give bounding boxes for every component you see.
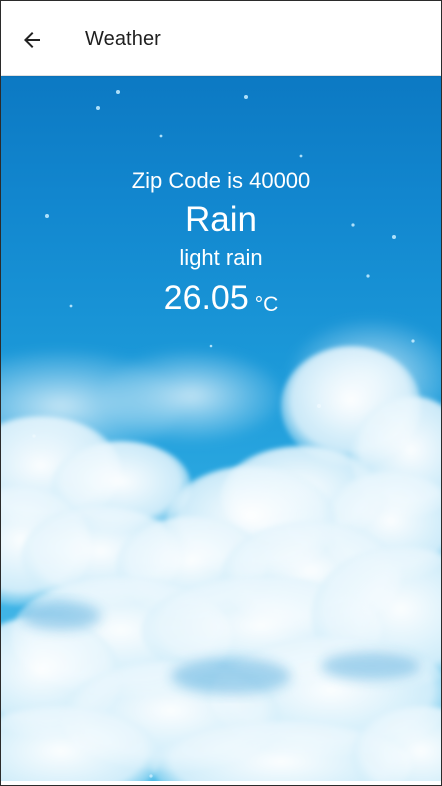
page-title: Weather — [85, 28, 161, 50]
app-bar: Weather — [1, 1, 441, 75]
back-button[interactable] — [15, 23, 49, 57]
weather-description-text: light rain — [179, 245, 263, 270]
zip-code-text: Zip Code is 40000 — [131, 168, 311, 193]
temperature-row: 26.05 °C — [1, 279, 441, 318]
temperature-value: 26.05 — [163, 279, 249, 317]
temperature-unit: °C — [254, 293, 279, 316]
weather-main-text: Rain — [185, 200, 257, 239]
app-frame: Weather Zip Code is 40000 Rain light rai… — [0, 0, 442, 786]
bottom-edge — [1, 781, 441, 785]
arrow-left-icon — [24, 32, 40, 48]
